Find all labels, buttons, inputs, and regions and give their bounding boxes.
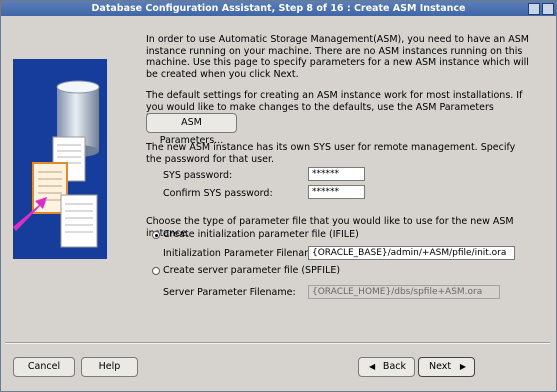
cancel-button[interactable]: Cancel (13, 357, 75, 377)
back-button[interactable]: ◀ Back (358, 357, 415, 377)
confirm-password-label: Confirm SYS password: (163, 188, 273, 199)
ifile-option-label[interactable]: Create initialization parameter file (IF… (163, 229, 359, 240)
intro-text: In order to use Automatic Storage Manage… (146, 34, 529, 80)
sys-user-text: The new ASM instance has its own SYS use… (146, 142, 516, 165)
asm-parameters-button[interactable]: ASM Parameters... (146, 113, 237, 146)
close-icon[interactable] (542, 3, 554, 15)
next-button-label: Next (429, 361, 452, 372)
footer-separator (5, 342, 550, 344)
next-button[interactable]: Next ▶ (418, 357, 475, 377)
title-bar: Database Configuration Assistant, Step 8… (1, 1, 556, 16)
sys-password-label: SYS password: (163, 170, 233, 181)
init-param-filename-label: Initialization Parameter Filename: (163, 248, 323, 259)
dialog-window: Database Configuration Assistant, Step 8… (0, 0, 557, 392)
back-arrow-icon: ◀ (369, 362, 376, 371)
database-illustration (13, 59, 107, 259)
ifile-radio[interactable] (152, 231, 160, 239)
confirm-password-field[interactable]: ****** (308, 185, 365, 199)
back-button-label: Back (382, 361, 406, 372)
server-param-filename-label: Server Parameter Filename: (163, 287, 296, 298)
window-title: Database Configuration Assistant, Step 8… (91, 3, 466, 14)
database-document-icon (13, 80, 100, 248)
minimize-icon[interactable] (528, 3, 540, 15)
sys-password-field[interactable]: ****** (308, 167, 365, 181)
help-button[interactable]: Help (81, 357, 138, 377)
spfile-radio[interactable] (152, 267, 160, 275)
server-param-filename-field: {ORACLE_HOME}/dbs/spfile+ASM.ora (308, 285, 500, 299)
window-controls (528, 3, 554, 15)
spfile-option-label[interactable]: Create server parameter file (SPFILE) (163, 265, 340, 276)
next-arrow-icon: ▶ (459, 362, 466, 371)
init-param-filename-field[interactable]: {ORACLE_BASE}/admin/+ASM/pfile/init.ora (308, 246, 515, 260)
